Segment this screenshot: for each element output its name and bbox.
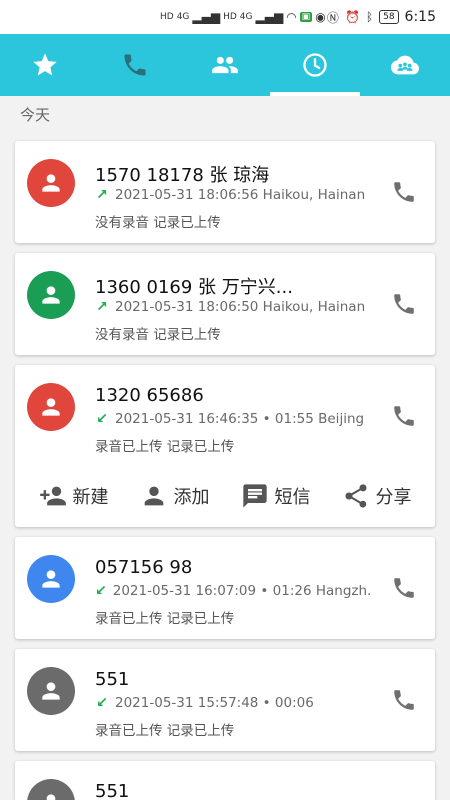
clock-time: 6:15 xyxy=(404,9,436,25)
tab-favorites[interactable] xyxy=(0,34,90,96)
call-log-card[interactable]: 551 ↙ 2021-05-31 15:57:48 • 00:06 录音已上传 … xyxy=(15,649,435,751)
person-icon xyxy=(42,570,60,588)
tab-contacts[interactable] xyxy=(180,34,270,96)
record-status: 没有录音 记录已上传 xyxy=(95,327,221,343)
sms-label: 短信 xyxy=(274,487,311,508)
share-button[interactable]: 分享 xyxy=(342,482,412,510)
tab-bar xyxy=(0,34,450,96)
avatar[interactable] xyxy=(27,159,75,207)
call-time-location: 2021-05-31 16:46:35 • 01:55 Beijing xyxy=(115,411,365,427)
avatar[interactable] xyxy=(27,383,75,431)
person-icon xyxy=(42,286,60,304)
phone-icon xyxy=(394,294,414,314)
call-button[interactable] xyxy=(387,683,421,717)
phone-icon xyxy=(394,690,414,710)
person-icon xyxy=(42,398,60,416)
sms-button[interactable]: 短信 xyxy=(241,482,311,510)
alarm-icon: ⏰ xyxy=(344,10,360,24)
wifi-icon: ◠ xyxy=(286,10,297,24)
person-icon xyxy=(144,486,163,506)
call-log-card[interactable]: 1360 0169 张 万宁兴... ↗ 2021-05-31 18:06:50… xyxy=(15,253,435,355)
date-section-header: 今天 xyxy=(20,106,51,124)
call-log-card[interactable]: 057156 98 ↙ 2021-05-31 16:07:09 • 01:26 … xyxy=(15,537,435,639)
person-icon xyxy=(46,794,56,800)
incoming-call-icon: ↙ xyxy=(95,583,107,599)
phone-number: 551 xyxy=(95,781,130,800)
tab-groups[interactable] xyxy=(360,34,450,96)
avatar[interactable] xyxy=(27,779,75,800)
incoming-call-icon: ↙ xyxy=(96,695,108,711)
call-log-card[interactable]: 551 xyxy=(15,761,435,800)
hd-badge-2: HD xyxy=(223,12,237,22)
phone-icon xyxy=(394,578,414,598)
call-time-location: 2021-05-31 18:06:56 Haikou, Hainan xyxy=(115,187,366,203)
add-person-icon xyxy=(39,486,66,506)
phone-number: 1320 65686 xyxy=(95,385,204,406)
call-log-card-expanded[interactable]: 1320 65686 ↙ 2021-05-31 16:46:35 • 01:55… xyxy=(15,365,435,527)
clock-icon xyxy=(303,53,327,77)
location-icon: ◉ xyxy=(315,10,326,24)
phone-number: 1360 0169 张 万宁兴... xyxy=(95,277,293,298)
call-button[interactable] xyxy=(387,571,421,605)
incoming-call-icon: ↙ xyxy=(96,411,108,427)
call-time-location: 2021-05-31 16:07:09 • 01:26 Hangzh... xyxy=(112,583,370,599)
phone-icon xyxy=(394,182,414,202)
call-button[interactable] xyxy=(387,399,421,433)
call-meta: ↙ 2021-05-31 15:57:48 • 00:06 xyxy=(95,695,314,711)
share-icon xyxy=(345,484,366,508)
tab-history[interactable] xyxy=(270,34,360,96)
call-meta: ↗ 2021-05-31 18:06:50 Haikou, Hainan xyxy=(95,299,365,315)
signal-icon-2: ▂▄▆ xyxy=(255,10,284,24)
call-time-location: 2021-05-31 15:57:48 • 00:06 xyxy=(115,695,314,711)
signal-icons: HD 4G ▂▄▆ HD 4G ▂▄▆ ◠ ▣ ◉ xyxy=(160,10,326,24)
data-saver-icon: ▣ xyxy=(299,12,313,22)
record-status: 没有录音 记录已上传 xyxy=(95,215,221,231)
call-meta: ↙ 2021-05-31 16:07:09 • 01:26 Hangzh... xyxy=(95,583,370,599)
bluetooth-icon: ᛒ xyxy=(365,10,374,24)
outgoing-call-icon: ↗ xyxy=(96,187,108,203)
call-actions: 新建 添加 短信 分享 xyxy=(15,473,435,519)
phone-number: 1570 18178 张 琼海 xyxy=(95,165,270,186)
status-bar: HD 4G ▂▄▆ HD 4G ▂▄▆ ◠ ▣ ◉ Ⓝ ⏰ ᛒ 58 6:15 xyxy=(0,0,450,34)
avatar[interactable] xyxy=(27,667,75,715)
person-icon xyxy=(42,174,60,192)
call-meta: ↗ 2021-05-31 18:06:56 Haikou, Hainan xyxy=(95,187,365,203)
call-meta: ↙ 2021-05-31 16:46:35 • 01:55 Beijing xyxy=(95,411,364,427)
network-badge: 4G xyxy=(176,12,190,22)
avatar[interactable] xyxy=(27,271,75,319)
avatar[interactable] xyxy=(27,555,75,603)
share-label: 分享 xyxy=(375,487,412,508)
new-contact-label: 新建 xyxy=(72,487,109,508)
status-right: Ⓝ ⏰ ᛒ 58 6:15 xyxy=(327,9,436,26)
record-status: 录音已上传 记录已上传 xyxy=(95,723,235,739)
nfc-icon: Ⓝ xyxy=(326,10,339,25)
star-icon xyxy=(33,53,57,76)
phone-number: 057156 98 xyxy=(95,557,193,578)
hd-badge: HD xyxy=(160,12,174,22)
call-button[interactable] xyxy=(387,175,421,209)
new-contact-button[interactable]: 新建 xyxy=(39,482,109,510)
phone-number: 551 xyxy=(95,669,130,690)
battery-icon: 58 xyxy=(379,10,399,24)
add-label: 添加 xyxy=(173,487,210,508)
tab-calls[interactable] xyxy=(90,34,180,96)
add-to-contact-button[interactable]: 添加 xyxy=(140,482,210,510)
signal-icon: ▂▄▆ xyxy=(192,10,221,24)
people-icon xyxy=(212,56,238,74)
phone-icon xyxy=(394,406,414,426)
call-log-card[interactable]: 1570 18178 张 琼海 ↗ 2021-05-31 18:06:56 Ha… xyxy=(15,141,435,243)
message-icon xyxy=(242,484,267,508)
phone-icon xyxy=(124,54,146,76)
person-icon xyxy=(42,682,60,700)
outgoing-call-icon: ↗ xyxy=(96,299,108,315)
cloud-group-icon xyxy=(391,55,419,75)
network-badge-2: 4G xyxy=(239,12,253,22)
record-status: 录音已上传 记录已上传 xyxy=(95,439,235,455)
call-button[interactable] xyxy=(387,287,421,321)
record-status: 录音已上传 记录已上传 xyxy=(95,611,235,627)
call-time-location: 2021-05-31 18:06:50 Haikou, Hainan xyxy=(115,299,366,315)
